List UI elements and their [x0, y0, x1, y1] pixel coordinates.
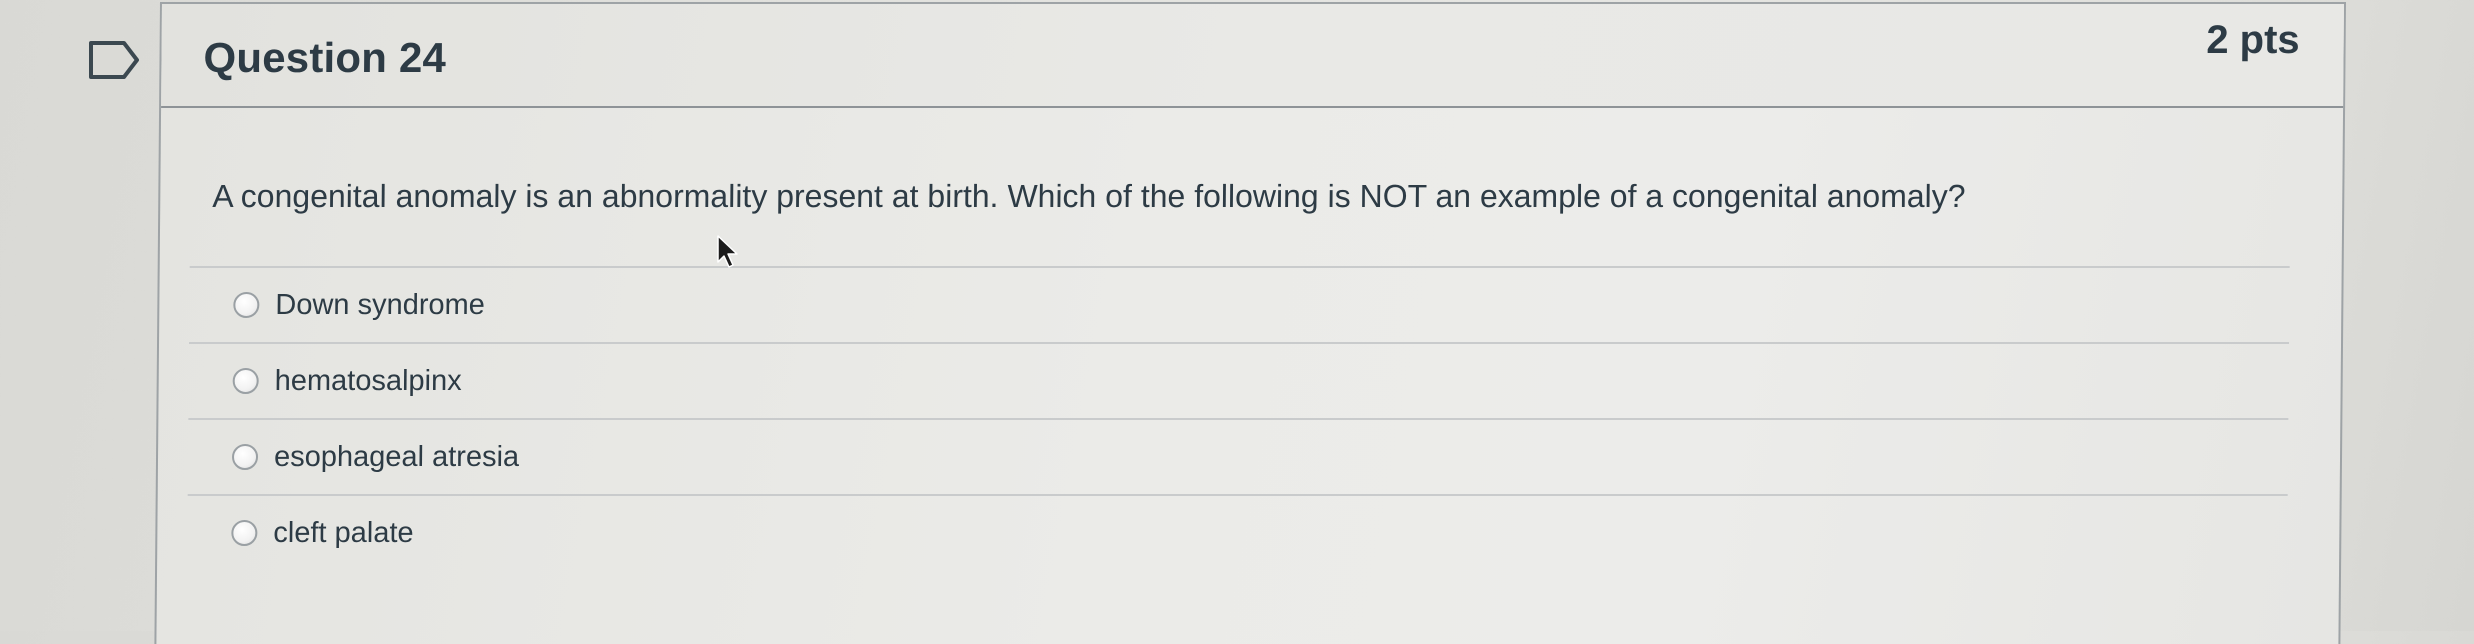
answer-label[interactable]: cleft palate	[273, 517, 414, 550]
question-points: 2 pts	[2206, 18, 2300, 62]
flag-question-icon[interactable]	[88, 40, 140, 80]
answer-option-hematosalpinx[interactable]: hematosalpinx	[188, 342, 2290, 418]
answer-label[interactable]: Down syndrome	[275, 289, 485, 322]
radio-button[interactable]	[231, 444, 259, 470]
answer-list: Down syndrome hematosalpinx esophageal a…	[187, 266, 2290, 570]
radio-button[interactable]	[231, 520, 258, 546]
question-title: Question 24	[203, 34, 447, 81]
radio-button[interactable]	[232, 368, 259, 394]
answer-option-down-syndrome[interactable]: Down syndrome	[189, 266, 2290, 342]
question-text: A congenital anomaly is an abnormality p…	[212, 178, 1966, 214]
radio-button[interactable]	[233, 292, 260, 318]
answer-option-esophageal-atresia[interactable]: esophageal atresia	[187, 418, 2289, 494]
answer-label[interactable]: hematosalpinx	[275, 365, 462, 398]
question-card: Question 24 2 pts A congenital anomaly i…	[154, 2, 2346, 644]
answer-option-cleft-palate[interactable]: cleft palate	[187, 494, 2288, 570]
answer-label[interactable]: esophageal atresia	[274, 441, 519, 474]
mouse-pointer-icon	[716, 234, 742, 270]
question-header: Question 24 2 pts	[161, 4, 2344, 108]
